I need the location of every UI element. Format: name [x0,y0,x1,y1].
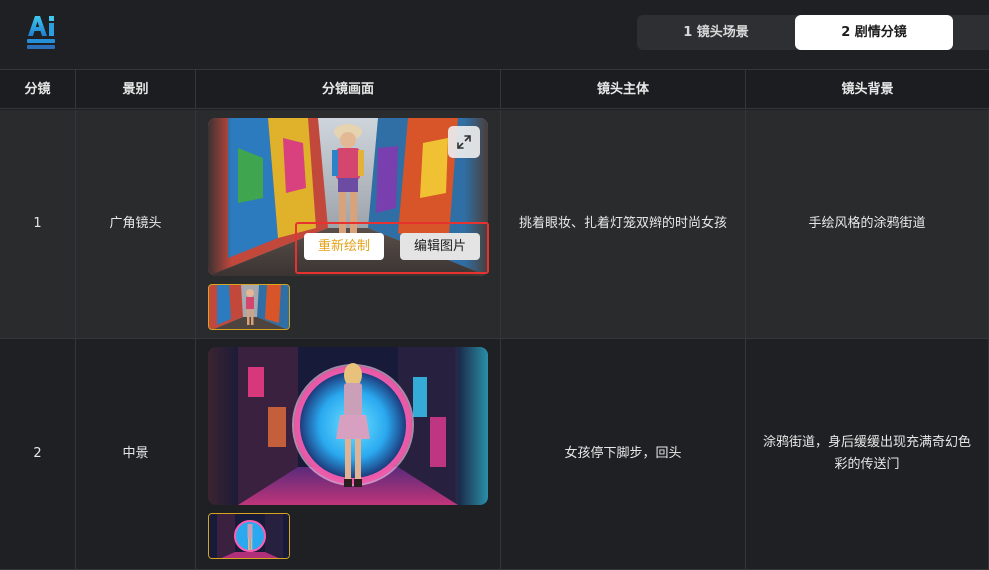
column-header-frame: 分镜画面 [196,70,501,109]
shot-index: 1 [33,216,42,231]
shot-type: 中景 [122,446,149,461]
shot-index: 2 [33,446,42,461]
table-row: 2 中景 女孩停下脚步，回头 涂鸦街道，身后缓缓出现充满奇幻色彩的传送门 [0,339,989,570]
shot-background: 涂鸦街道，身后缓缓出现充满奇幻色彩的传送门 [762,435,971,472]
step-tabs: 1 镜头场景 2 剧情分镜 [637,15,989,50]
cell-subject: 挑着眼妆、扎着灯笼双辫的时尚女孩 [501,110,746,338]
column-header-subject: 镜头主体 [501,70,746,109]
ai-top100-logo [24,12,58,52]
column-header-shot-type: 景别 [76,70,196,109]
edit-image-button[interactable]: 编辑图片 [400,233,480,260]
shot-subject: 挑着眼妆、扎着灯笼双辫的时尚女孩 [518,216,727,231]
cell-shot-type: 广角镜头 [76,110,196,338]
shot-background: 手绘风格的涂鸦街道 [808,216,926,231]
storyboard-app: 1 镜头场景 2 剧情分镜 分镜 景别 分镜画面 镜头主体 镜头背景 1 广角镜… [0,0,989,570]
expand-icon[interactable] [448,126,480,158]
tab-shot-scene[interactable]: 1 镜头场景 [637,15,795,50]
cell-frame: 重新绘制 编辑图片 [196,110,501,338]
storyboard-table: 分镜 景别 分镜画面 镜头主体 镜头背景 1 广角镜头 重新绘制 编辑图片 挑着… [0,70,989,570]
cell-background: 涂鸦街道，身后缓缓出现充满奇幻色彩的传送门 [746,339,989,569]
redraw-button[interactable]: 重新绘制 [304,233,384,260]
image-thumbnail[interactable] [208,284,290,330]
table-row: 1 广角镜头 重新绘制 编辑图片 挑着眼妆、扎着灯笼双辫的时尚女孩 手绘风格的涂… [0,110,989,339]
neon-portal-girl-image[interactable] [208,347,488,505]
cell-index: 1 [0,110,76,338]
shot-subject: 女孩停下脚步，回头 [564,446,682,461]
column-header-index: 分镜 [0,70,76,109]
cell-index: 2 [0,339,76,569]
table-header: 分镜 景别 分镜画面 镜头主体 镜头背景 [0,70,989,109]
cell-frame [196,339,501,569]
top-header: 1 镜头场景 2 剧情分镜 [0,0,989,70]
shot-type: 广角镜头 [109,216,162,231]
cell-subject: 女孩停下脚步，回头 [501,339,746,569]
image-thumbnail[interactable] [208,513,290,559]
tab-plot-storyboard[interactable]: 2 剧情分镜 [795,15,953,50]
cell-shot-type: 中景 [76,339,196,569]
column-header-background: 镜头背景 [841,82,894,97]
cell-background: 手绘风格的涂鸦街道 [746,110,989,338]
